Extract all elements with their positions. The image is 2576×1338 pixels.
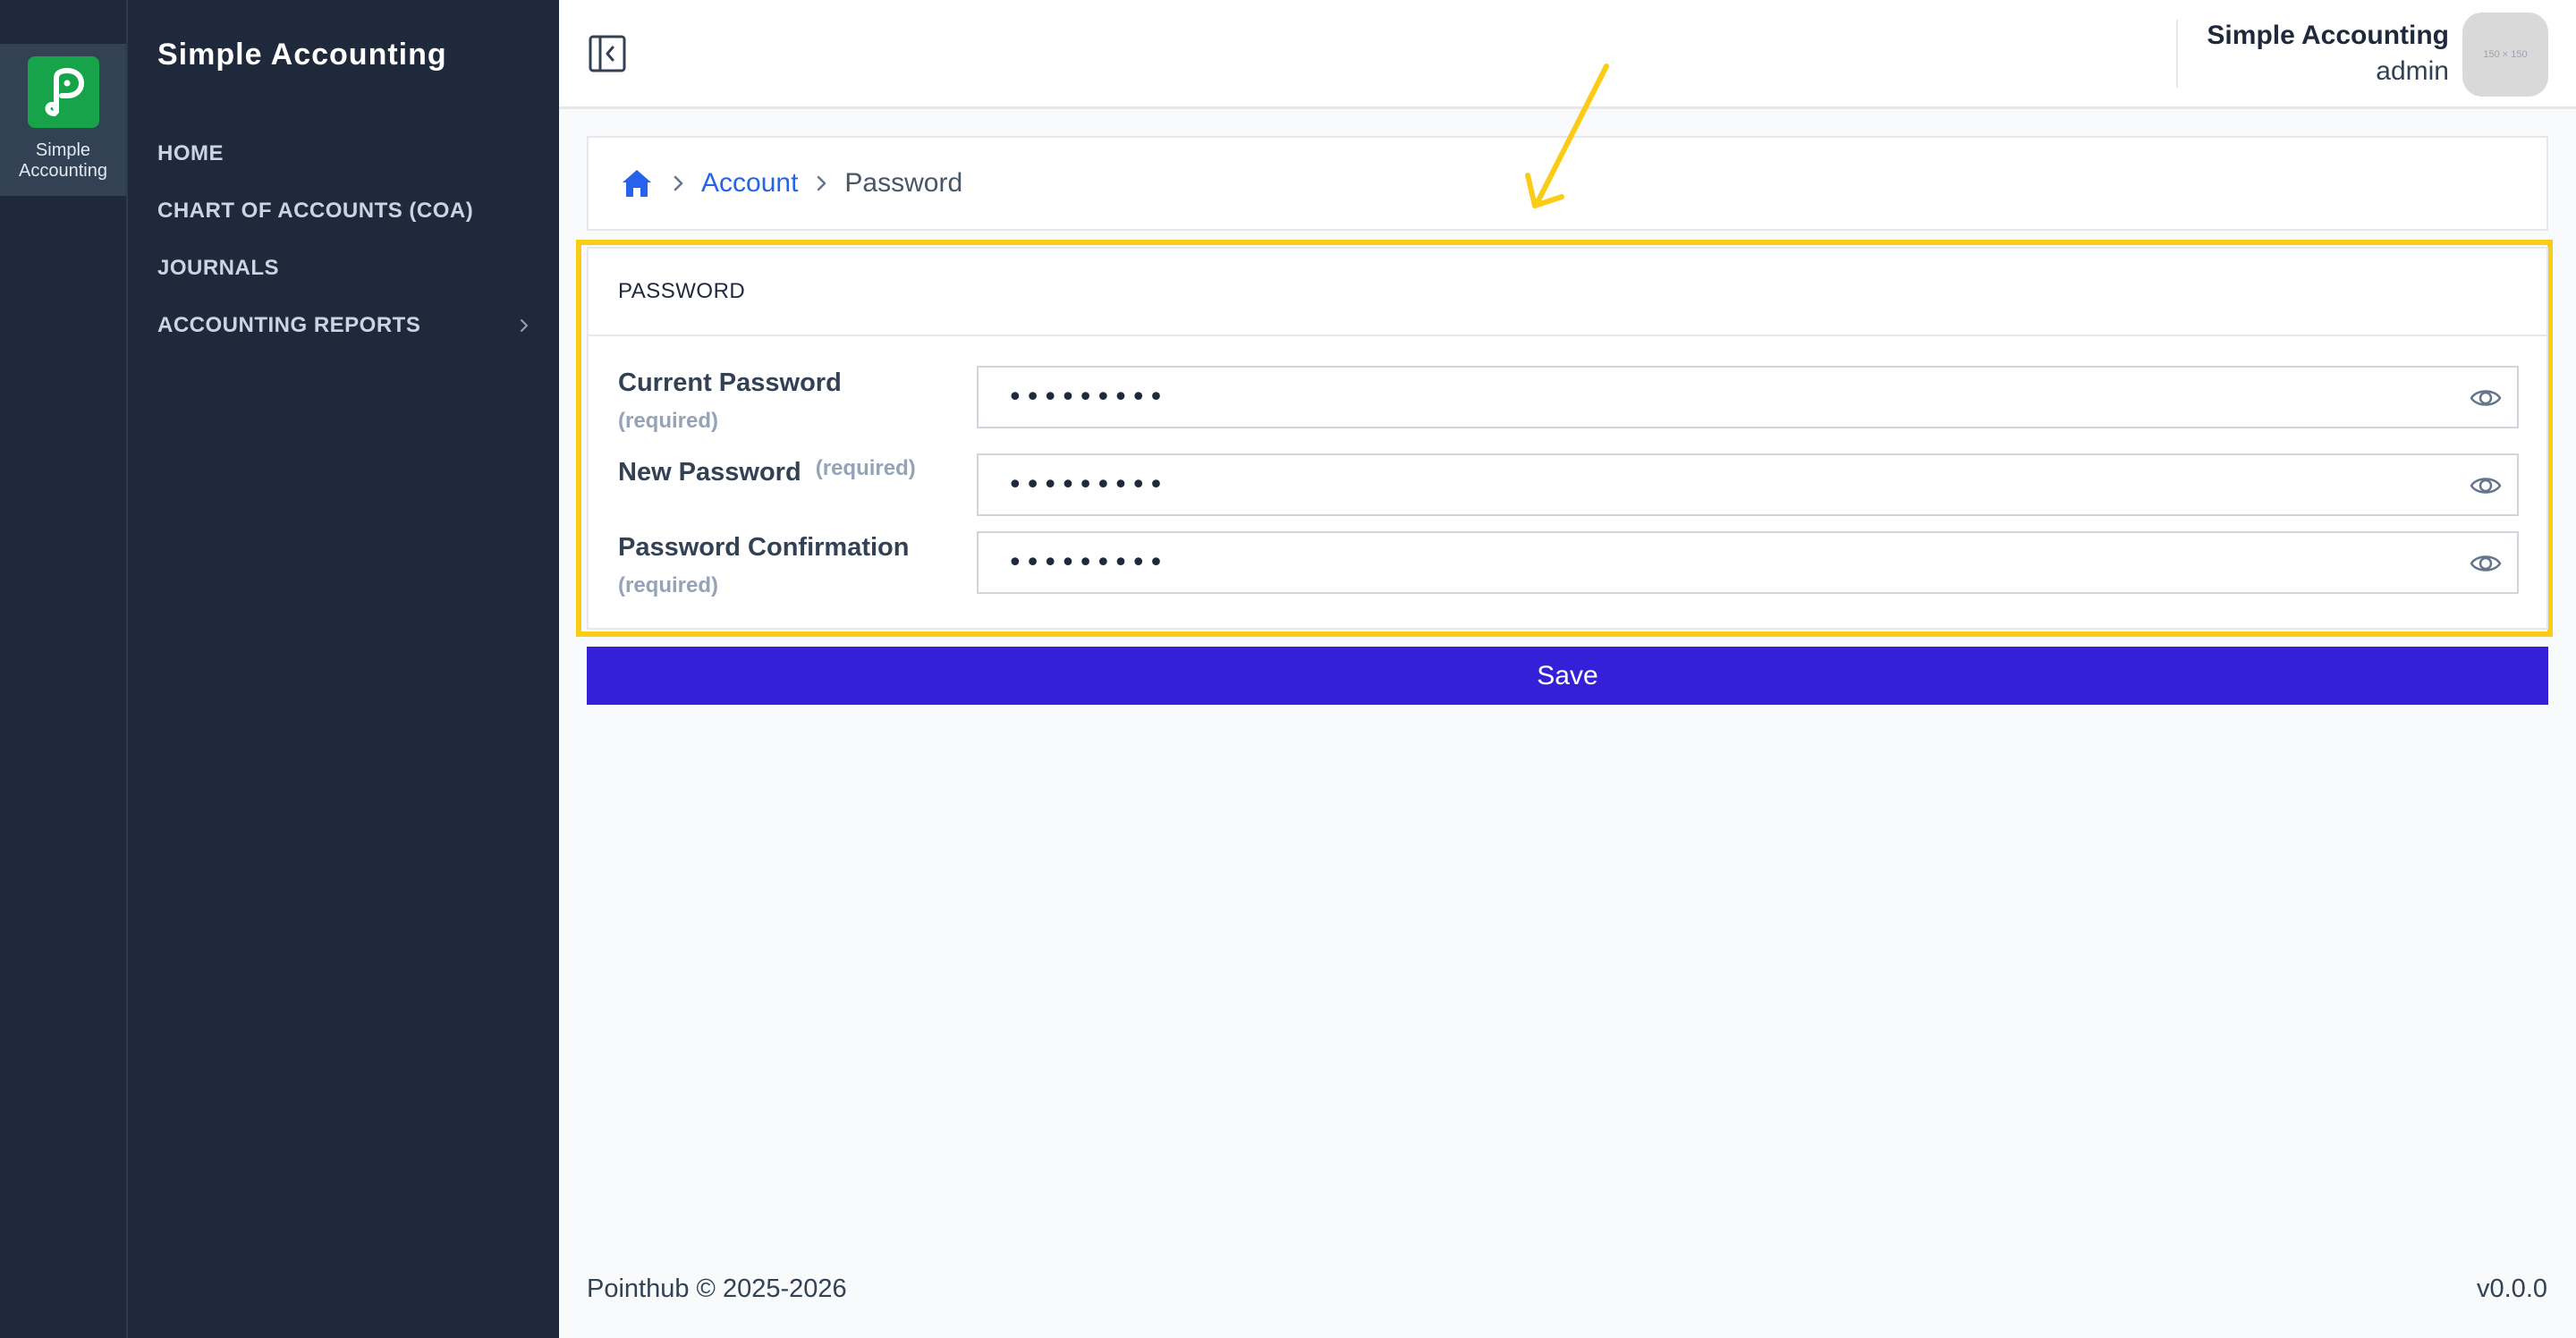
sidebar: Simple Accounting HOME CHART OF ACCOUNTS… — [128, 0, 559, 1338]
field-label-text: New Password — [618, 458, 801, 487]
sidebar-item-home[interactable]: HOME — [157, 125, 533, 182]
required-label: (required) — [618, 573, 719, 597]
avatar-placeholder: 150 × 150 — [2483, 49, 2528, 60]
sidebar-item-label: HOME — [157, 141, 224, 165]
new-password-field[interactable] — [977, 453, 2519, 516]
required-label: (required) — [618, 409, 719, 433]
chevron-right-icon — [521, 319, 528, 332]
save-button[interactable]: Save — [587, 647, 2548, 705]
footer-version: v0.0.0 — [2477, 1274, 2547, 1303]
password-card: PASSWORD Current Password (required) New… — [587, 247, 2548, 630]
rail-app-label: Simple Accounting — [19, 140, 107, 181]
breadcrumb-link-account[interactable]: Account — [701, 168, 798, 199]
sidebar-item-chart-of-accounts[interactable]: CHART OF ACCOUNTS (COA) — [157, 182, 533, 240]
avatar[interactable]: 150 × 150 — [2462, 13, 2548, 97]
rail-app-switcher[interactable]: Simple Accounting — [0, 44, 126, 196]
sidebar-item-label: JOURNALS — [157, 256, 280, 280]
required-label: (required) — [815, 456, 916, 480]
password-confirmation-label: Password Confirmation (required) — [618, 533, 910, 598]
field-label-text: Password Confirmation — [618, 533, 910, 562]
footer-copyright: Pointhub © 2025-2026 — [587, 1274, 847, 1303]
password-confirmation-field[interactable] — [977, 531, 2519, 594]
current-password-input[interactable] — [979, 368, 2445, 427]
sidebar-item-label: ACCOUNTING REPORTS — [157, 313, 421, 337]
card-title: PASSWORD — [589, 249, 2546, 336]
current-password-field[interactable] — [977, 366, 2519, 428]
header-divider — [2176, 20, 2178, 88]
sidebar-item-label: CHART OF ACCOUNTS (COA) — [157, 199, 474, 223]
sidebar-title: Simple Accounting — [157, 38, 447, 72]
sidebar-collapse-icon[interactable] — [588, 34, 627, 73]
eye-icon[interactable] — [2469, 383, 2503, 413]
sidebar-item-journals[interactable]: JOURNALS — [157, 240, 533, 297]
chevron-right-icon — [674, 175, 683, 191]
sidebar-nav: HOME CHART OF ACCOUNTS (COA) JOURNALS AC… — [157, 125, 533, 354]
field-label-text: Current Password — [618, 368, 842, 397]
eye-icon[interactable] — [2469, 470, 2503, 501]
new-password-label: New Password (required) — [618, 456, 916, 487]
password-confirmation-input[interactable] — [979, 533, 2445, 592]
p-logo-icon — [28, 56, 99, 128]
new-password-input[interactable] — [979, 455, 2445, 514]
home-icon[interactable] — [619, 165, 655, 201]
current-password-label: Current Password (required) — [618, 368, 842, 434]
breadcrumb-current: Password — [844, 168, 963, 198]
sidebar-item-accounting-reports[interactable]: ACCOUNTING REPORTS — [157, 297, 533, 354]
user-info[interactable]: Simple Accounting admin — [2207, 18, 2449, 89]
user-role: admin — [2376, 56, 2449, 86]
chevron-right-icon — [818, 175, 826, 191]
eye-icon[interactable] — [2469, 548, 2503, 579]
user-app-name: Simple Accounting — [2207, 21, 2449, 50]
app-rail: Simple Accounting — [0, 0, 128, 1338]
annotation-arrow-icon — [1525, 64, 1609, 208]
